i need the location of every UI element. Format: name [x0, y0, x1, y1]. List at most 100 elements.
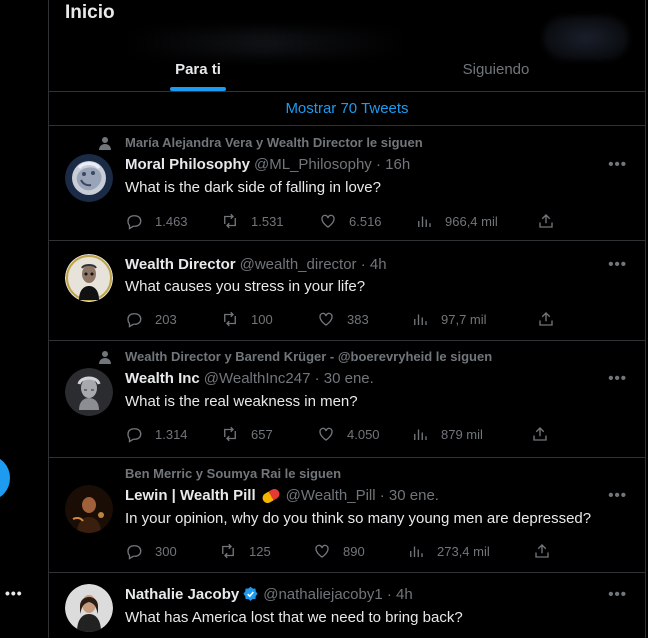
author-name[interactable]: Lewin | Wealth Pill: [125, 487, 256, 504]
avatar[interactable]: [65, 254, 113, 302]
heart-icon: [321, 214, 335, 228]
tweet[interactable]: Wealth Director y Barend Krüger - @boere…: [49, 341, 645, 458]
reply-button[interactable]: 300: [125, 542, 219, 560]
reply-button[interactable]: 203: [125, 310, 221, 328]
like-button[interactable]: 890: [313, 542, 407, 560]
like-button[interactable]: 383: [317, 310, 411, 328]
share-icon: [539, 214, 553, 228]
views-button[interactable]: 966,4 mil: [415, 212, 537, 230]
tweet-text: What causes you stress in your life?: [125, 278, 366, 295]
tweet[interactable]: Nathalie Jacoby @nathaliejacoby1 · 4h ••…: [49, 573, 645, 638]
reply-count: 300: [155, 543, 177, 559]
views-button[interactable]: 879 mil: [411, 425, 531, 443]
tab-following[interactable]: Siguiendo: [347, 35, 645, 91]
share-button[interactable]: [531, 425, 561, 443]
tweet-text: What is the dark side of falling in love…: [125, 179, 381, 196]
retweet-icon: [222, 543, 234, 559]
reply-count: 203: [155, 311, 177, 327]
social-context-text: María Alejandra Vera y Wealth Director l…: [125, 135, 423, 150]
tweet[interactable]: Ben Merric y Soumya Rai le siguen Lewin …: [49, 458, 645, 573]
retweet-count: 1.531: [251, 213, 284, 229]
compose-tweet-button[interactable]: [0, 456, 10, 500]
like-button[interactable]: 4.050: [317, 425, 411, 443]
tweet-header: Wealth Director @wealth_director · 4h: [125, 256, 387, 273]
retweet-button[interactable]: 125: [219, 542, 313, 560]
reply-button[interactable]: 1.314: [125, 425, 221, 443]
reply-count: 1.463: [155, 213, 188, 229]
like-button[interactable]: 6.516: [319, 212, 415, 230]
reply-count: 1.314: [155, 426, 188, 442]
tweet-header: Lewin | Wealth Pill @Wealth_Pill · 30 en…: [125, 486, 439, 505]
show-new-tweets-button[interactable]: Mostrar 70 Tweets: [49, 92, 645, 126]
tweet-actions: 1.314 657 4.050 879 mil: [125, 425, 561, 443]
avatar[interactable]: [65, 584, 113, 632]
more-icon[interactable]: •••: [608, 370, 627, 387]
pill-emoji-icon: [260, 486, 281, 505]
author-handle-time[interactable]: @Wealth_Pill · 30 ene.: [286, 487, 439, 504]
reply-button[interactable]: 1.463: [125, 212, 221, 230]
heart-icon: [315, 544, 329, 558]
active-tab-indicator: [170, 87, 226, 91]
author-name[interactable]: Moral Philosophy: [125, 156, 250, 173]
more-icon[interactable]: •••: [608, 487, 627, 504]
share-icon: [533, 427, 547, 441]
social-context-text: Ben Merric y Soumya Rai le siguen: [125, 466, 342, 481]
author-handle-time[interactable]: @nathaliejacoby1 · 4h: [263, 586, 413, 603]
avatar[interactable]: [65, 368, 113, 416]
author-handle-time[interactable]: @wealth_director · 4h: [240, 256, 387, 273]
share-icon: [539, 312, 553, 326]
author-name[interactable]: Wealth Inc: [125, 370, 200, 387]
views-icon: [414, 429, 427, 440]
tweet[interactable]: María Alejandra Vera y Wealth Director l…: [49, 126, 645, 241]
views-count: 273,4 mil: [437, 543, 490, 559]
views-count: 966,4 mil: [445, 213, 498, 229]
retweet-button[interactable]: 657: [221, 425, 317, 443]
avatar[interactable]: [65, 154, 113, 202]
tweet-header: Wealth Inc @WealthInc247 · 30 ene.: [125, 370, 374, 387]
views-icon: [410, 546, 423, 557]
verified-badge-icon: [243, 586, 258, 601]
tweet-header: Nathalie Jacoby @nathaliejacoby1 · 4h: [125, 586, 413, 603]
reply-icon: [127, 215, 142, 230]
retweet-button[interactable]: 1.531: [221, 212, 319, 230]
reply-icon: [127, 313, 142, 328]
like-count: 4.050: [347, 426, 380, 442]
retweet-button[interactable]: 100: [221, 310, 317, 328]
views-button[interactable]: 97,7 mil: [411, 310, 537, 328]
retweet-icon: [224, 213, 236, 229]
more-icon[interactable]: •••: [608, 256, 627, 273]
author-handle-time[interactable]: @ML_Philosophy · 16h: [254, 156, 410, 173]
more-icon[interactable]: •••: [608, 586, 627, 603]
author-name[interactable]: Nathalie Jacoby: [125, 586, 239, 603]
account-more-icon[interactable]: •••: [5, 585, 23, 601]
author-handle-time[interactable]: @WealthInc247 · 30 ene.: [204, 370, 374, 387]
like-count: 6.516: [349, 213, 382, 229]
person-icon: [99, 351, 111, 364]
avatar[interactable]: [65, 485, 113, 533]
person-icon: [99, 137, 111, 150]
share-button[interactable]: [537, 310, 567, 328]
tweet-actions: 203 100 383 97,7 mil: [125, 310, 567, 328]
views-button[interactable]: 273,4 mil: [407, 542, 533, 560]
tweet[interactable]: Wealth Director @wealth_director · 4h ••…: [49, 241, 645, 341]
retweet-icon: [224, 426, 236, 442]
tab-for-you[interactable]: Para ti: [49, 35, 347, 91]
retweet-count: 125: [249, 543, 271, 559]
tweet-actions: 300 125 890 273,4 mil: [125, 542, 563, 560]
share-button[interactable]: [537, 212, 567, 230]
social-context: María Alejandra Vera y Wealth Director l…: [99, 135, 423, 150]
tweet-header: Moral Philosophy @ML_Philosophy · 16h: [125, 156, 410, 173]
social-context: Ben Merric y Soumya Rai le siguen: [125, 466, 341, 481]
views-icon: [414, 314, 427, 325]
more-icon[interactable]: •••: [608, 156, 627, 173]
tweet-actions: 1.463 1.531 6.516 966,4 mil: [125, 212, 567, 230]
author-name[interactable]: Wealth Director: [125, 256, 236, 273]
views-count: 879 mil: [441, 426, 483, 442]
left-nav-rail: •••: [0, 0, 48, 638]
page-title: Inicio: [65, 2, 115, 23]
social-context: Wealth Director y Barend Krüger - @boere…: [99, 349, 492, 364]
heart-icon: [319, 312, 333, 326]
retweet-count: 657: [251, 426, 273, 442]
share-button[interactable]: [533, 542, 563, 560]
share-icon: [535, 544, 549, 558]
